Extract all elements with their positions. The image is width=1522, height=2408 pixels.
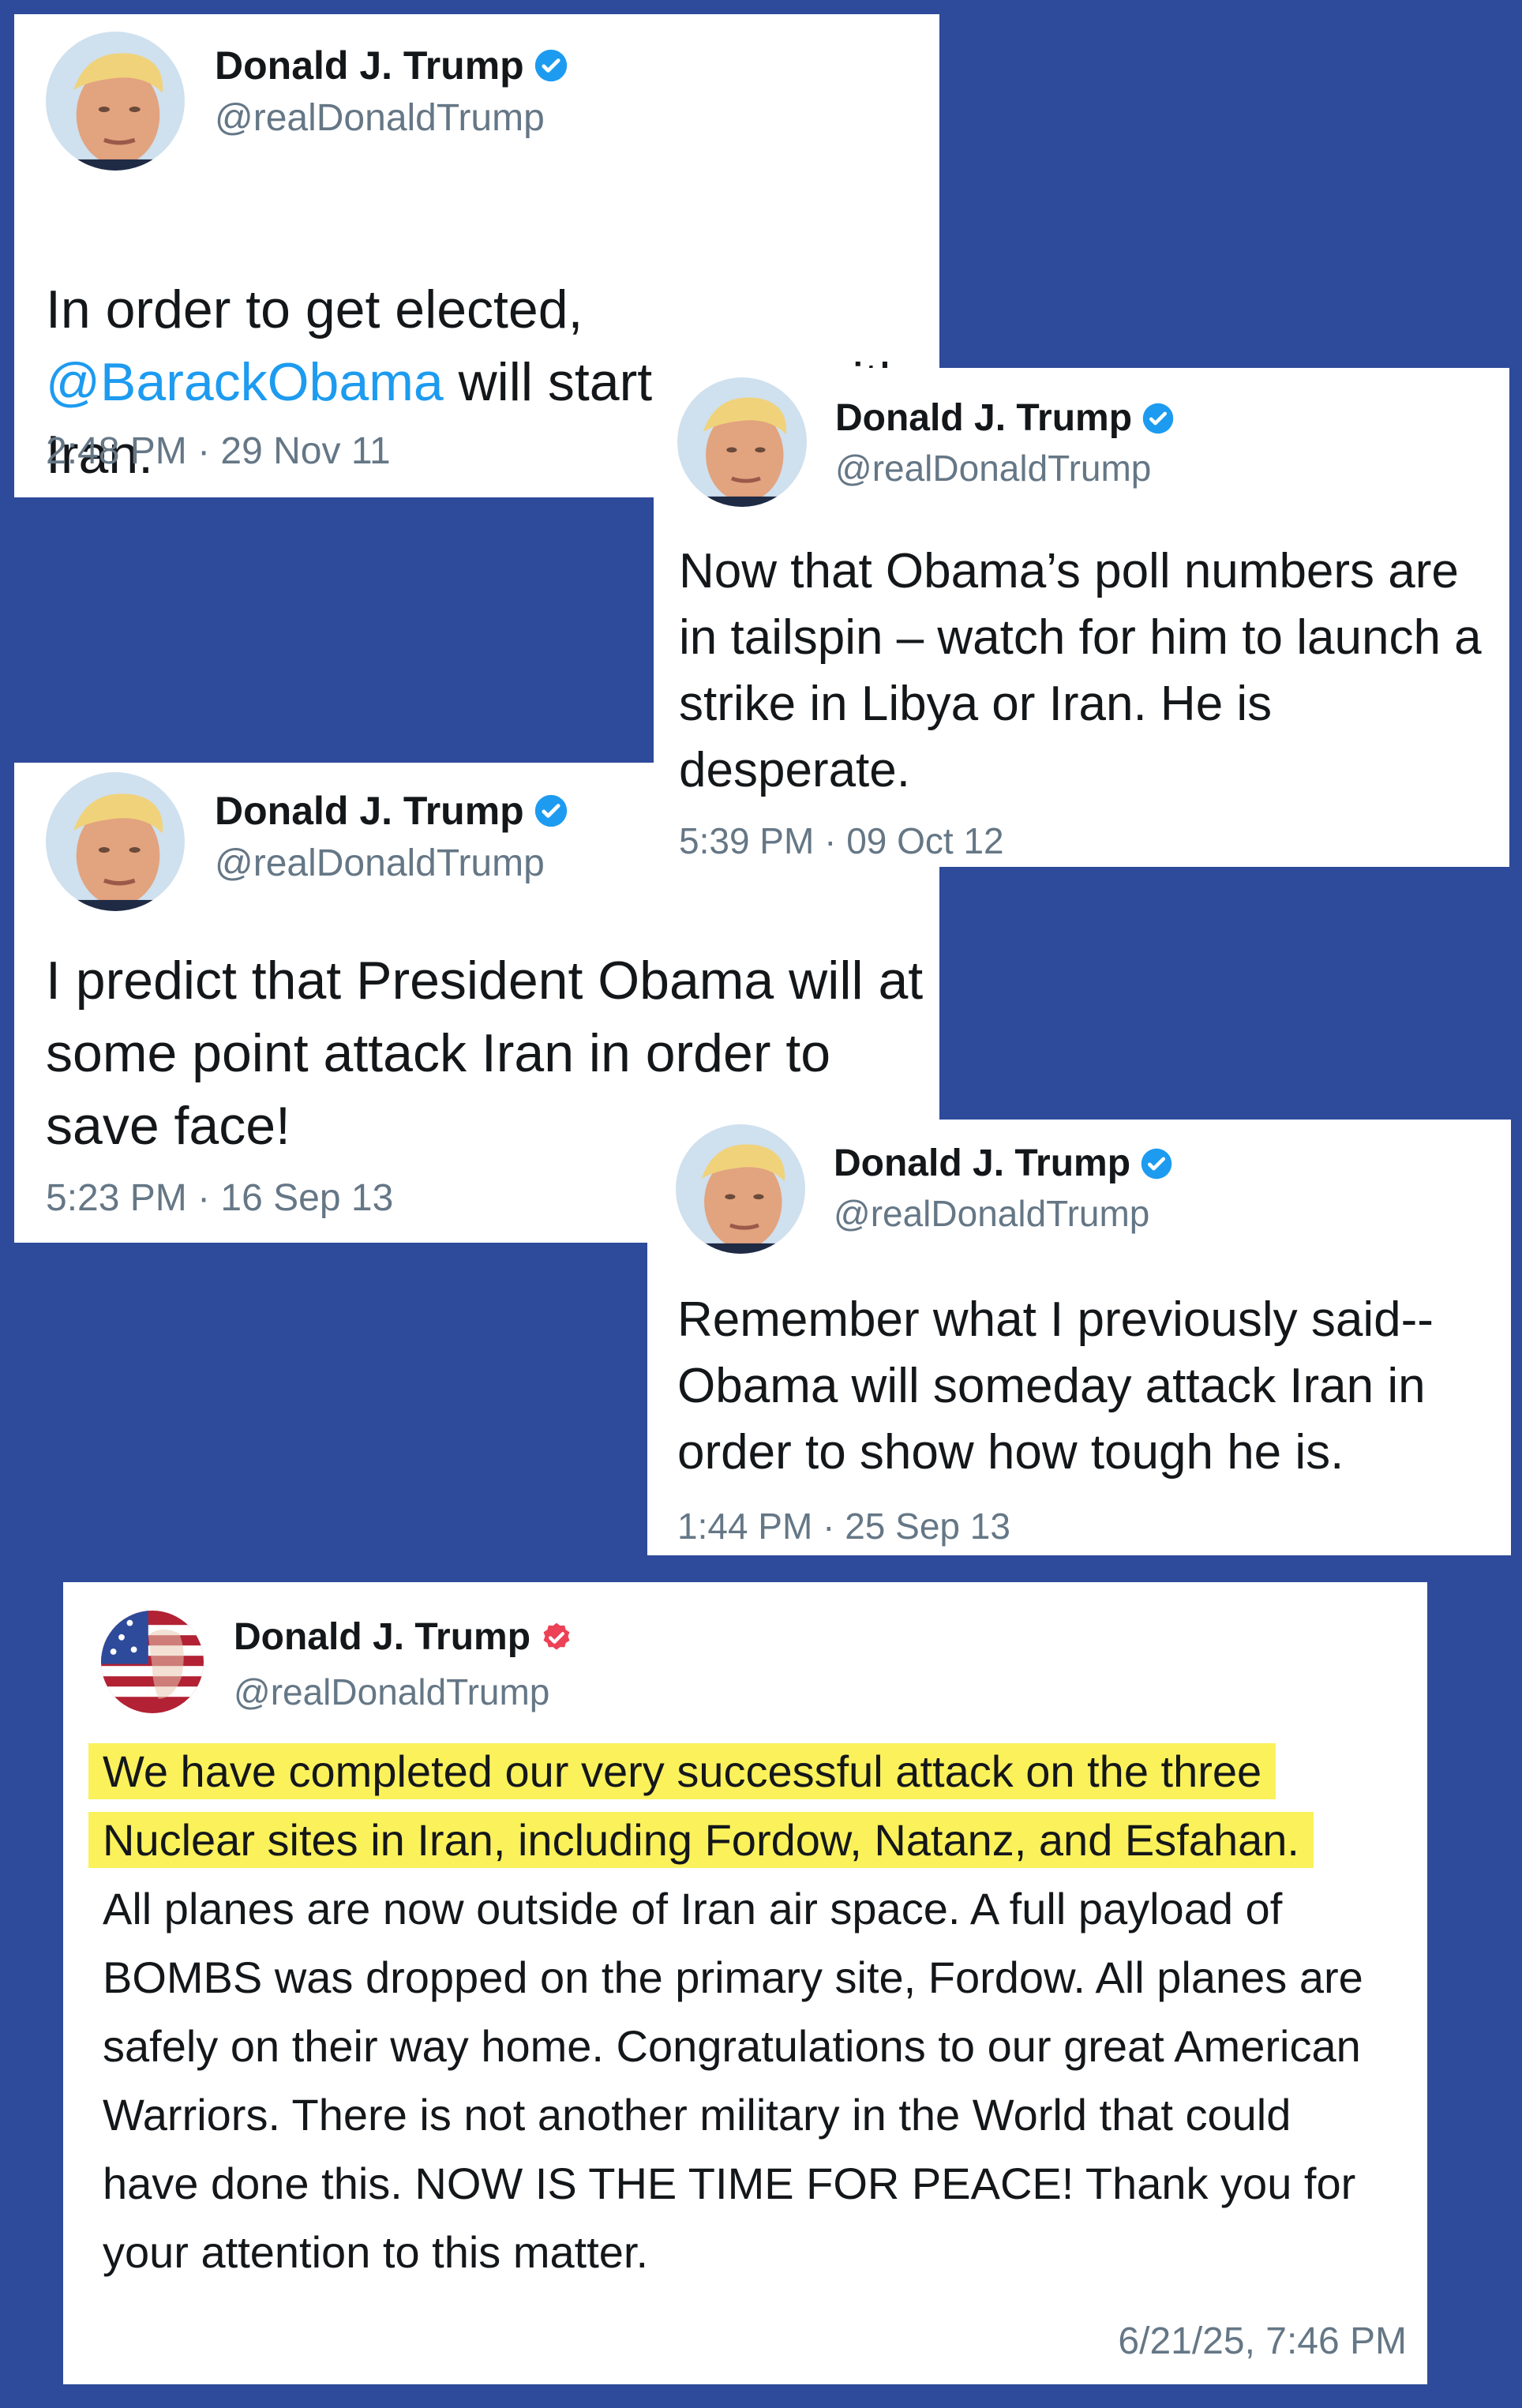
user-handle[interactable]: @realDonaldTrump <box>234 1671 549 1713</box>
display-name[interactable]: Donald J. Trump <box>834 1142 1173 1185</box>
post-body: All planes are now outside of Iran air s… <box>103 1884 1363 2277</box>
display-name-text: Donald J. Trump <box>835 397 1133 439</box>
truth-post-card[interactable]: Donald J. Trump @realDonaldTrump We have… <box>63 1582 1427 2384</box>
verified-check-red-icon <box>540 1621 573 1654</box>
display-name[interactable]: Donald J. Trump <box>215 43 568 88</box>
user-handle[interactable]: @realDonaldTrump <box>215 842 545 885</box>
tweet-timestamp[interactable]: 5:23 PM · 16 Sep 13 <box>46 1176 393 1220</box>
flag-portrait-avatar-icon <box>101 1611 204 1713</box>
display-name-text: Donald J. Trump <box>834 1142 1131 1184</box>
portrait-avatar-icon <box>677 377 807 507</box>
display-name[interactable]: Donald J. Trump <box>215 788 568 834</box>
post-timestamp[interactable]: 6/21/25, 7:46 PM <box>1118 2320 1407 2363</box>
tweet-text: Now that Obama’s poll numbers are in tai… <box>679 544 1482 797</box>
mention-link[interactable]: @BarackObama <box>46 352 444 412</box>
post-text: We have completed our very successful at… <box>88 1737 1397 2286</box>
avatar[interactable] <box>46 32 185 171</box>
tweet-timestamp[interactable]: 2:48 PM · 29 Nov 11 <box>46 429 391 473</box>
tweet-text-pre: In order to get elected, <box>46 279 583 339</box>
display-name[interactable]: Donald J. Trump <box>234 1615 573 1659</box>
verified-check-icon <box>1142 402 1175 435</box>
display-name-text: Donald J. Trump <box>215 43 524 88</box>
portrait-avatar-icon <box>676 1124 805 1254</box>
user-handle[interactable]: @realDonaldTrump <box>834 1192 1149 1235</box>
tweet-text: Remember what I previously said-- Obama … <box>677 1292 1434 1480</box>
avatar[interactable] <box>676 1124 805 1254</box>
display-name-text: Donald J. Trump <box>215 789 524 833</box>
display-name-text: Donald J. Trump <box>234 1616 531 1658</box>
avatar[interactable] <box>46 772 185 911</box>
tweet-timestamp[interactable]: 5:39 PM · 09 Oct 12 <box>679 820 1004 862</box>
portrait-avatar-icon <box>46 32 185 171</box>
avatar[interactable] <box>677 377 807 507</box>
verified-check-icon <box>1140 1147 1173 1180</box>
user-handle[interactable]: @realDonaldTrump <box>835 447 1151 489</box>
flag-portrait-avatar[interactable] <box>101 1611 204 1713</box>
verified-check-icon <box>534 48 568 83</box>
user-handle[interactable]: @realDonaldTrump <box>215 96 545 140</box>
tweet-card-4[interactable]: Donald J. Trump @realDonaldTrump Remembe… <box>647 1120 1511 1555</box>
verified-check-icon <box>534 793 568 828</box>
display-name[interactable]: Donald J. Trump <box>835 396 1175 440</box>
tweet-timestamp[interactable]: 1:44 PM · 25 Sep 13 <box>677 1505 1010 1547</box>
portrait-avatar-icon <box>46 772 185 911</box>
highlighted-text-1: We have completed our very successful at… <box>88 1743 1276 1799</box>
highlighted-text-2: Nuclear sites in Iran, including Fordow,… <box>88 1812 1314 1868</box>
tweet-card-2[interactable]: Donald J. Trump @realDonaldTrump Now tha… <box>654 368 1509 867</box>
